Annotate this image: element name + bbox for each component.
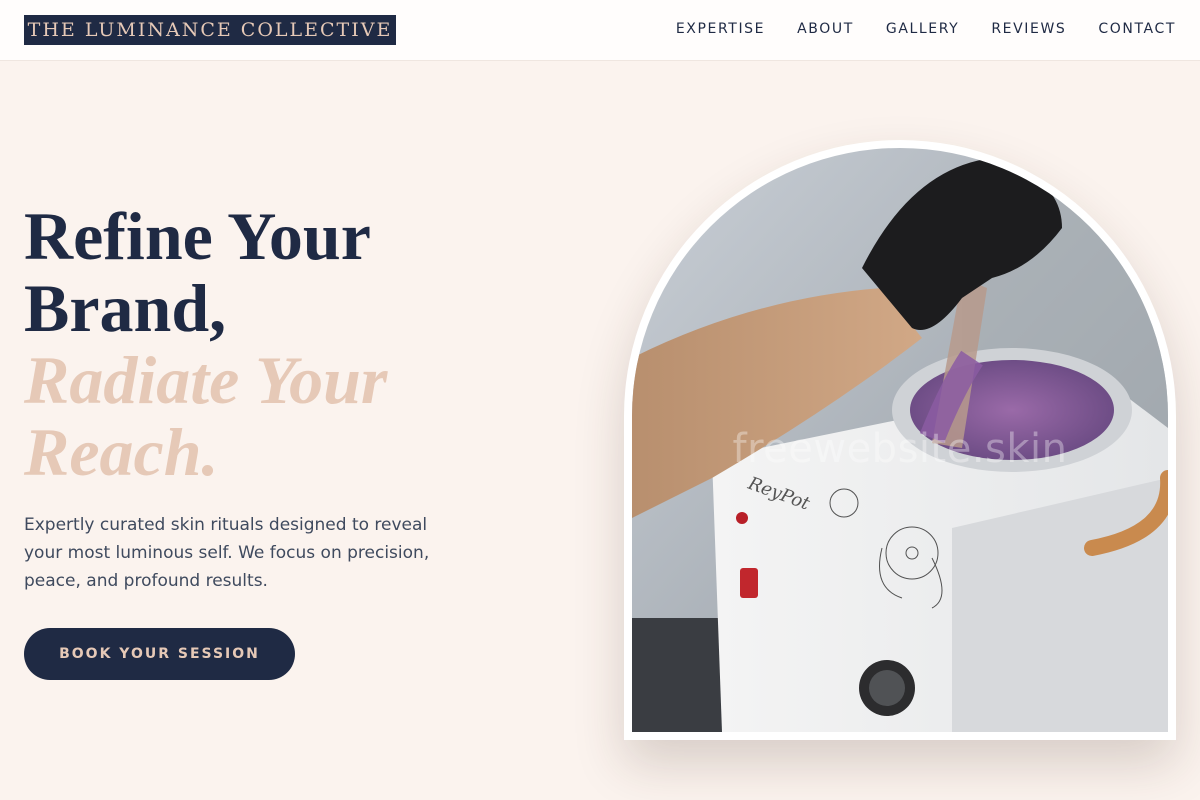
- hero-accent-line-2: Reach.: [24, 414, 219, 490]
- watermark-text: freewebsite.skin: [732, 426, 1068, 472]
- site-header: THE LUMINANCE COLLECTIVE EXPERTISE ABOUT…: [0, 0, 1200, 61]
- hero-title-line-2: Brand,: [24, 270, 227, 346]
- nav-about[interactable]: ABOUT: [797, 21, 854, 37]
- hero-title-line-1: Refine Your: [24, 198, 371, 274]
- nav-gallery[interactable]: GALLERY: [886, 21, 959, 37]
- nav-contact[interactable]: CONTACT: [1098, 21, 1176, 37]
- brand-logo[interactable]: THE LUMINANCE COLLECTIVE: [24, 15, 396, 45]
- wax-warmer-photo: ReyPot freewebsite.skin: [632, 148, 1168, 732]
- nav-reviews[interactable]: REVIEWS: [991, 21, 1066, 37]
- hero-title: Refine Your Brand, Radiate Your Reach.: [24, 200, 544, 488]
- hero-image-frame: ReyPot freewebsite.skin: [624, 140, 1176, 740]
- book-session-button[interactable]: BOOK YOUR SESSION: [24, 628, 295, 680]
- hero-description: Expertly curated skin rituals designed t…: [24, 515, 430, 591]
- hero-accent-line-1: Radiate Your: [24, 342, 388, 418]
- main-nav: EXPERTISE ABOUT GALLERY REVIEWS CONTACT: [676, 21, 1176, 37]
- nav-expertise[interactable]: EXPERTISE: [676, 21, 765, 37]
